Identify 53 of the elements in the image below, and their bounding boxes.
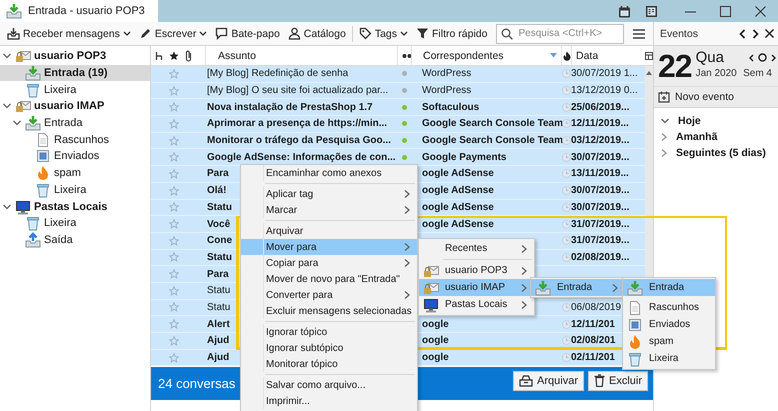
message-subject: Statu: [207, 202, 232, 213]
message-date: 30/07/2019...: [571, 152, 630, 163]
message-subject: [My Blog] Redefinição de senha: [207, 68, 348, 80]
month-label: Jan 2020: [696, 68, 737, 79]
message-date: 03/12/2019...: [571, 135, 630, 146]
message-date: 30/07/2019...: [571, 202, 630, 213]
message-date: 02/08/2019...: [571, 252, 630, 263]
message-subject: Statu: [207, 252, 232, 263]
selection-summary: 24 conversas: [158, 376, 236, 391]
message-subject: Statu: [207, 285, 230, 296]
message-subject: Monitorar o tráfego da Pesquisa Goo...: [207, 135, 391, 146]
message-sender: WordPress: [422, 68, 472, 80]
message-subject: Para: [207, 268, 229, 280]
message-subject: Nova instalação de PrestaShop 1.7: [207, 102, 373, 113]
message-date: 02/08/201: [571, 335, 616, 346]
message-sender: oogle AdSense: [422, 185, 494, 196]
message-subject: Você: [207, 218, 230, 230]
message-sender: oogle AdSense: [422, 202, 494, 213]
message-sender: oogle: [422, 318, 449, 330]
message-date: 02/11/201: [571, 352, 615, 364]
message-sender: WordPress: [422, 85, 472, 96]
message-sender: oogle AdSense: [422, 218, 494, 230]
message-sender: Google Search Console Team: [422, 135, 563, 146]
message-date: 30/07/2019 1...: [571, 68, 638, 80]
weekday-label: Qua: [696, 49, 725, 66]
message-subject: Ajud: [207, 335, 230, 346]
message-sender: oogle: [422, 352, 449, 364]
message-sender: Softaculous: [422, 102, 480, 113]
message-subject: Alert: [207, 318, 230, 330]
message-date: 31/07/2019...: [571, 218, 630, 230]
message-date: 13/11/2019...: [571, 168, 629, 180]
panel-title: Eventos: [660, 28, 699, 40]
message-subject: Para: [207, 168, 229, 180]
message-date: 13/12/2019 0...: [571, 85, 638, 96]
message-sender: Google Payments: [422, 152, 506, 163]
message-subject: Google AdSense: Informações de con...: [207, 152, 396, 163]
message-subject: Olá!: [207, 185, 226, 196]
message-sender: oogle AdSense: [422, 168, 494, 180]
message-subject: [My Blog] O seu site foi actualizado par...: [207, 85, 388, 96]
message-subject: Statu: [207, 302, 230, 313]
message-date: 31/07/2019...: [571, 235, 630, 246]
message-sender: oogle: [422, 335, 449, 346]
message-subject: Ajud: [207, 352, 230, 364]
message-date: 12/11/2019...: [571, 118, 629, 130]
message-sender: Google Search Console Team: [422, 118, 563, 130]
message-date: 12/11/201: [571, 318, 615, 330]
message-subject: Aprimorar a presença de https://min...: [207, 118, 388, 130]
message-date: 06/08/2019: [571, 302, 622, 313]
message-subject: Cone: [207, 235, 232, 246]
message-date: 25/06/2019...: [571, 102, 630, 113]
message-date: 30/07/2019...: [571, 185, 630, 196]
day-number: 22: [658, 49, 692, 86]
week-label: Sem 4: [743, 68, 772, 79]
